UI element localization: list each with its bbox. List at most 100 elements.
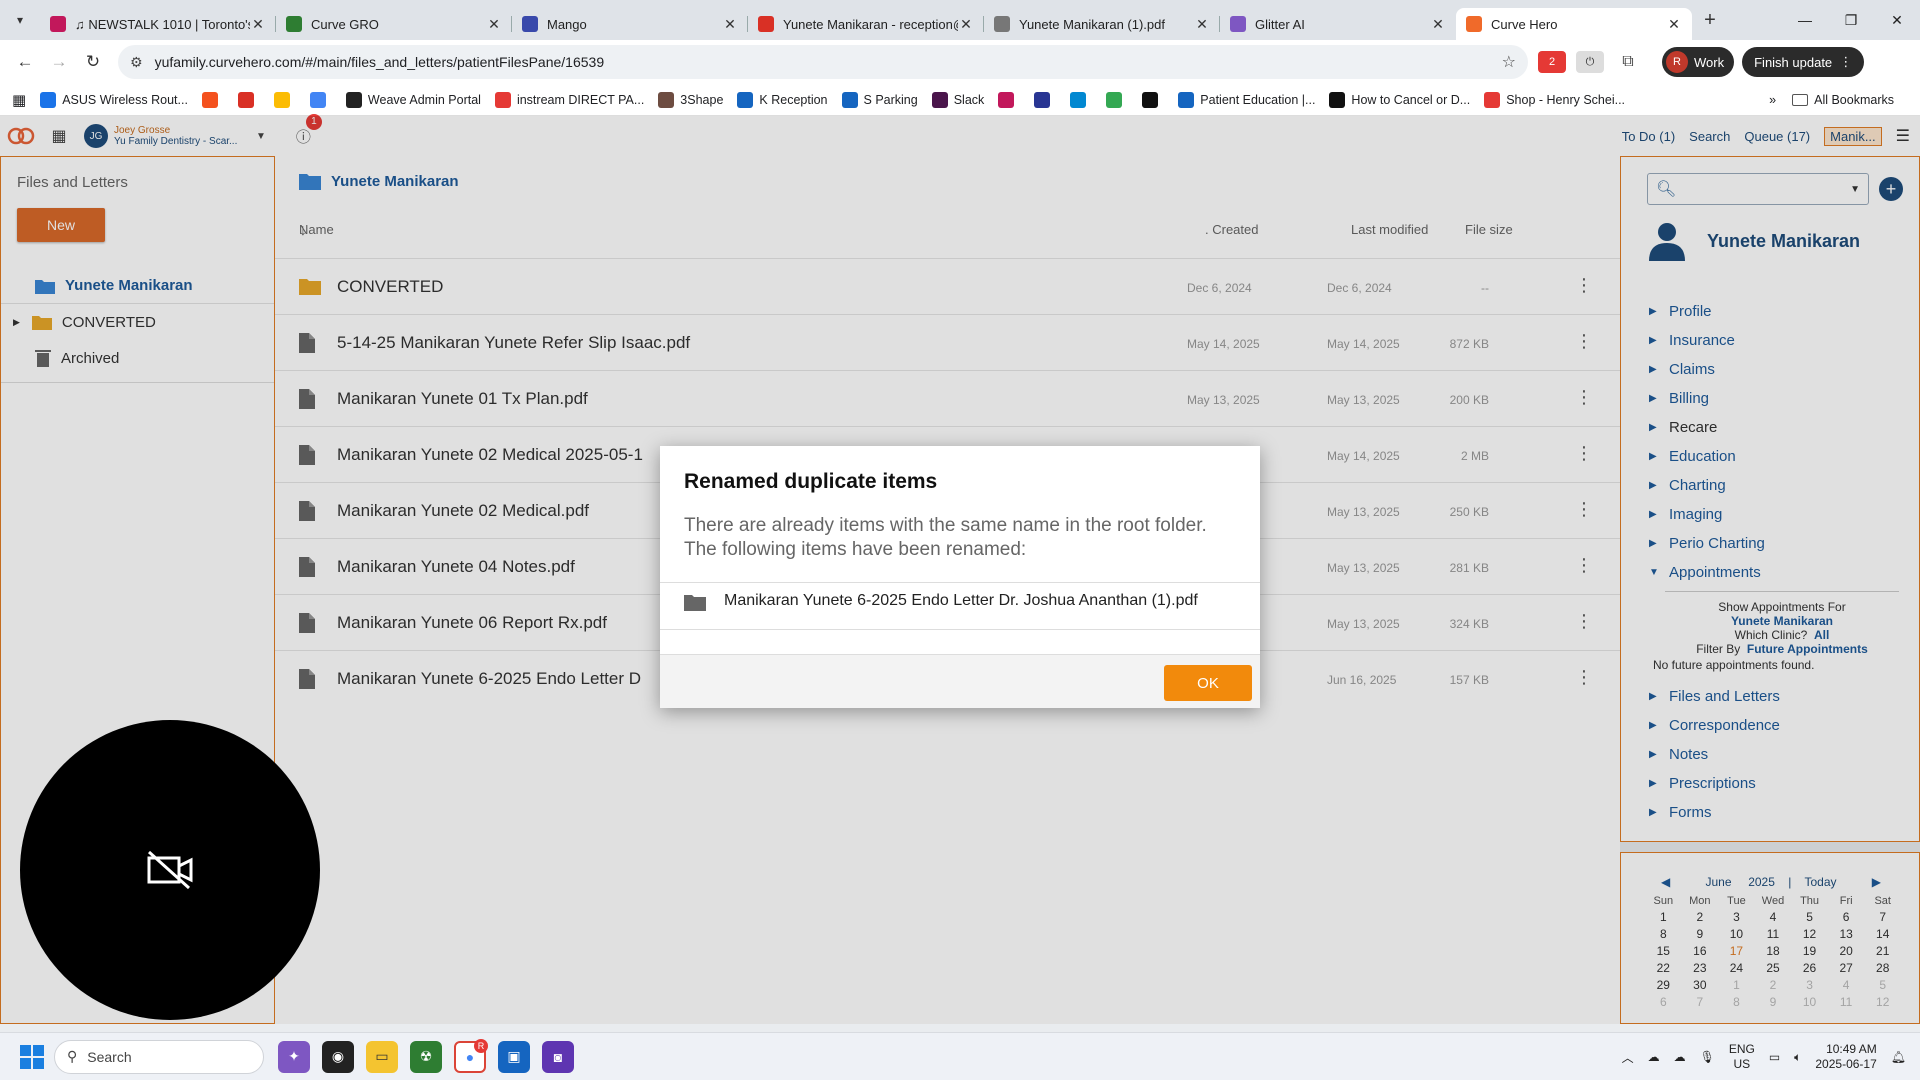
close-tab-icon[interactable]: ✕ <box>486 16 502 33</box>
tab-title: Curve GRO <box>311 16 379 32</box>
cloud-icon[interactable]: ☁ <box>1648 1050 1660 1064</box>
tab-title: Glitter AI <box>1255 16 1305 32</box>
bookmark-item[interactable] <box>273 91 296 108</box>
browser-tab[interactable]: ♫ NEWSTALK 1010 | Toronto's r ✕ <box>40 8 276 40</box>
bookmark-item[interactable]: Slack <box>931 91 985 108</box>
browser-tab[interactable]: Curve Hero ✕ <box>1456 8 1692 40</box>
extension-off-icon[interactable]: ⏻ <box>1576 51 1604 73</box>
chrome-icon[interactable]: ● R <box>454 1038 488 1073</box>
notifications-icon[interactable]: 🔔︎ <box>1891 1050 1906 1064</box>
forward-icon[interactable]: → <box>42 52 76 72</box>
bookmark-item[interactable]: S Parking <box>841 91 918 108</box>
microphone-icon[interactable]: 🎙︎ <box>1700 1050 1715 1064</box>
app-icon[interactable]: ◙ <box>542 1040 574 1073</box>
bookmark-star-icon[interactable]: ☆ <box>1502 52 1516 72</box>
extension-icon[interactable]: 2 <box>1538 51 1566 73</box>
bookmark-favicon-icon <box>1070 91 1087 108</box>
onedrive-icon[interactable]: ☁ <box>1674 1050 1686 1064</box>
volume-icon[interactable]: 🔈︎ <box>1794 1050 1801 1065</box>
bookmark-item[interactable] <box>1106 91 1128 108</box>
bookmark-label: S Parking <box>863 92 918 107</box>
renamed-item: Manikaran Yunete 6-2025 Endo Letter Dr. … <box>660 582 1260 630</box>
bookmark-label: Patient Education |... <box>1200 92 1316 107</box>
tab-favicon-icon <box>1466 16 1482 32</box>
browser-tab-strip: ▾ ♫ NEWSTALK 1010 | Toronto's r ✕ Curve GR… <box>0 0 1920 40</box>
taskbar-search-label: Search <box>87 1048 132 1065</box>
bookmark-item[interactable]: K Reception <box>737 91 828 108</box>
site-info-icon[interactable]: ⚙ <box>130 54 143 71</box>
close-tab-icon[interactable]: ✕ <box>722 16 738 33</box>
chrome-profile-badge: R <box>474 1038 488 1053</box>
chevron-up-icon[interactable]: ︿ <box>1622 1049 1634 1066</box>
finish-update-label: Finish update <box>1754 54 1833 70</box>
bookmark-favicon-icon <box>658 91 675 108</box>
finish-update-button[interactable]: Finish update ⋮ <box>1742 47 1865 77</box>
ok-button[interactable]: OK <box>1164 665 1252 701</box>
apps-grid-icon[interactable]: ▦ <box>12 91 26 109</box>
close-tab-icon[interactable]: ✕ <box>1666 16 1682 33</box>
bookmark-item[interactable] <box>1142 91 1164 108</box>
folder-icon <box>1792 94 1809 106</box>
bookmark-item[interactable]: How to Cancel or D... <box>1329 91 1470 108</box>
bookmark-favicon-icon <box>309 91 326 108</box>
bookmark-item[interactable] <box>201 91 224 108</box>
bookmark-item[interactable] <box>1070 91 1092 108</box>
language-indicator[interactable]: ENG US <box>1729 1042 1755 1072</box>
bookmark-item[interactable]: 3Shape <box>658 91 724 108</box>
new-tab-button[interactable]: + <box>1692 9 1728 32</box>
bookmark-favicon-icon <box>998 91 1015 108</box>
more-bookmarks-icon[interactable]: » <box>1769 93 1776 107</box>
windows-start-icon[interactable] <box>20 1044 44 1069</box>
restore-icon[interactable]: ❐ <box>1828 0 1874 40</box>
bookmark-item[interactable] <box>1034 91 1056 108</box>
file-explorer-icon[interactable]: ▭ <box>366 1040 398 1073</box>
bookmark-favicon-icon <box>1142 91 1159 108</box>
bookmark-item[interactable] <box>998 91 1020 108</box>
windows-taskbar: ⚲ Search ✦ ◉ ▭ ☢ ● R ▣ ◙ ︿ ☁ ☁ 🎙︎ ENG US ▭… <box>0 1032 1920 1080</box>
bookmark-item[interactable]: Patient Education |... <box>1178 91 1316 108</box>
profile-label: Work <box>1694 54 1725 70</box>
bookmark-favicon-icon <box>841 91 858 108</box>
clock-time: 10:49 AM <box>1826 1042 1877 1056</box>
bookmark-label: Slack <box>953 92 985 107</box>
browser-tab[interactable]: Curve GRO ✕ <box>276 8 512 40</box>
browser-tab[interactable]: Glitter AI ✕ <box>1220 8 1456 40</box>
reload-icon[interactable]: ↻ <box>76 52 110 72</box>
tab-search-icon[interactable]: ▾ <box>0 0 40 40</box>
browser-tab[interactable]: Mango ✕ <box>512 8 748 40</box>
app-icon[interactable]: ◉ <box>322 1040 354 1073</box>
copilot-icon[interactable]: ✦ <box>278 1040 310 1073</box>
bookmark-item[interactable] <box>237 91 260 108</box>
bookmark-favicon-icon <box>1484 91 1501 108</box>
extensions-puzzle-icon[interactable]: ⧉ <box>1614 51 1642 73</box>
bookmark-label: 3Shape <box>680 92 724 107</box>
minimize-icon[interactable]: — <box>1782 0 1828 40</box>
bookmark-item[interactable]: Shop - Henry Schei... <box>1484 91 1625 108</box>
browser-tab[interactable]: Yunete Manikaran - reception@ ✕ <box>748 8 984 40</box>
address-toolbar: ← → ↻ ⚙ yufamily.curvehero.com/#/main/fi… <box>0 40 1920 84</box>
dialog-message: There are already items with the same na… <box>684 515 1207 560</box>
close-window-icon[interactable]: ✕ <box>1874 0 1920 40</box>
close-tab-icon[interactable]: ✕ <box>1194 16 1210 33</box>
taskbar-search[interactable]: ⚲ Search <box>54 1039 264 1074</box>
bookmark-label: ASUS Wireless Rout... <box>62 92 188 107</box>
app-icon[interactable]: ☢ <box>410 1040 442 1073</box>
bookmark-item[interactable] <box>309 91 332 108</box>
camera-off-bubble[interactable] <box>20 720 320 1020</box>
m365-icon[interactable]: ▣ <box>498 1040 530 1073</box>
close-tab-icon[interactable]: ✕ <box>958 16 974 33</box>
network-icon[interactable]: ▭ <box>1769 1050 1780 1064</box>
bookmark-item[interactable]: Weave Admin Portal <box>345 91 481 108</box>
url-bar[interactable]: ⚙ yufamily.curvehero.com/#/main/files_an… <box>118 45 1528 79</box>
back-icon[interactable]: ← <box>8 52 42 72</box>
bookmark-item[interactable]: ASUS Wireless Rout... <box>40 91 188 108</box>
close-tab-icon[interactable]: ✕ <box>1430 16 1446 33</box>
browser-tab[interactable]: Yunete Manikaran (1).pdf ✕ <box>984 8 1220 40</box>
close-tab-icon[interactable]: ✕ <box>250 16 266 33</box>
bookmark-item[interactable]: instream DIRECT PA... <box>494 91 644 108</box>
all-bookmarks-folder[interactable]: All Bookmarks <box>1792 93 1894 107</box>
bookmark-label: K Reception <box>759 92 828 107</box>
clock[interactable]: 10:49 AM 2025-06-17 <box>1815 1042 1876 1072</box>
profile-button[interactable]: R Work <box>1662 47 1735 77</box>
system-tray: ︿ ☁ ☁ 🎙︎ ENG US ▭ 🔈︎ 10:49 AM 2025-06-17 🔔… <box>1622 1033 1906 1080</box>
